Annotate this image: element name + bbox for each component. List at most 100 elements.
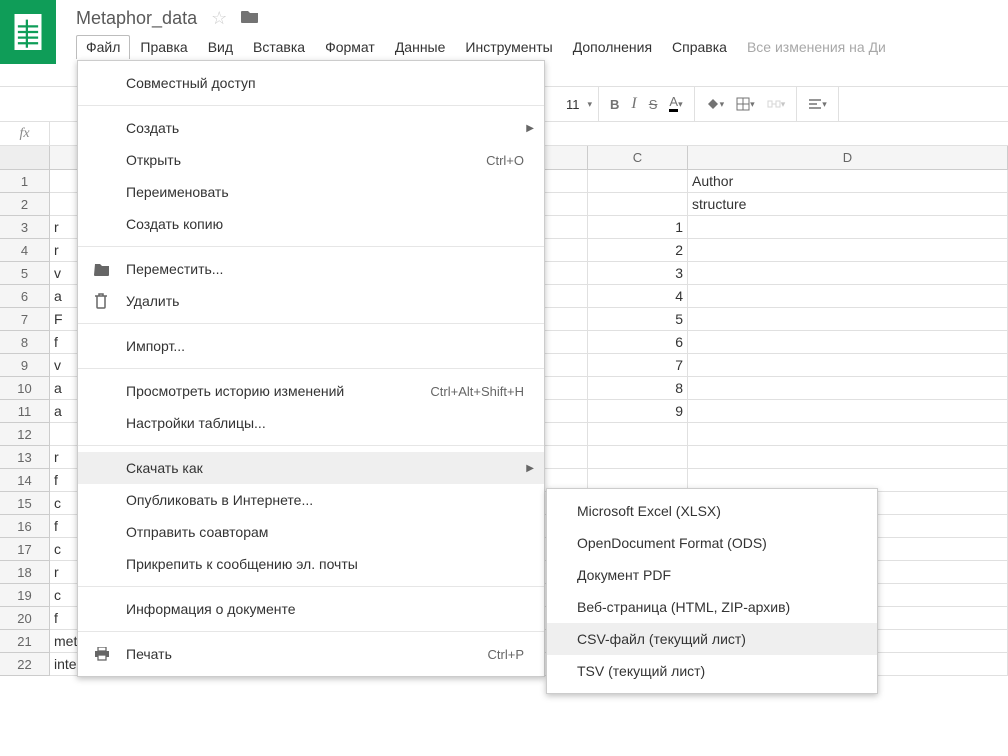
row-header[interactable]: 10 [0, 377, 50, 400]
row-header[interactable]: 11 [0, 400, 50, 423]
cell[interactable] [688, 239, 1008, 262]
file-menu-publish[interactable]: Опубликовать в Интернете... [78, 484, 544, 516]
row-header[interactable]: 17 [0, 538, 50, 561]
file-menu-share[interactable]: Совместный доступ [78, 67, 544, 99]
file-menu-email-coauthors[interactable]: Отправить соавторам [78, 516, 544, 548]
cell[interactable] [688, 331, 1008, 354]
file-menu-doc-info[interactable]: Информация о документе [78, 593, 544, 625]
cell[interactable] [588, 446, 688, 469]
file-menu-rename[interactable]: Переименовать [78, 176, 544, 208]
text-color-button[interactable]: A ▾ [664, 94, 687, 114]
row-header[interactable]: 14 [0, 469, 50, 492]
cell[interactable]: 1 [588, 216, 688, 239]
cell[interactable]: 5 [588, 308, 688, 331]
download-csv[interactable]: CSV-файл (текущий лист) [547, 623, 877, 655]
row-header[interactable]: 6 [0, 285, 50, 308]
file-menu-download-as[interactable]: Скачать как▶ [78, 452, 544, 484]
borders-button[interactable]: ▾ [731, 95, 760, 113]
menu-insert[interactable]: Вставка [243, 35, 315, 59]
row-header[interactable]: 13 [0, 446, 50, 469]
cell[interactable] [688, 354, 1008, 377]
trash-icon [94, 293, 112, 309]
download-as-submenu: Microsoft Excel (XLSX) OpenDocument Form… [546, 488, 878, 694]
file-menu-print[interactable]: ПечатьCtrl+P [78, 638, 544, 670]
cell[interactable] [688, 285, 1008, 308]
file-menu-create[interactable]: Создать▶ [78, 112, 544, 144]
menu-edit[interactable]: Правка [130, 35, 197, 59]
file-menu-dropdown: Совместный доступ Создать▶ ОткрытьCtrl+O… [77, 60, 545, 677]
strikethrough-button[interactable]: S [644, 95, 663, 114]
menu-addons[interactable]: Дополнения [563, 35, 662, 59]
cell[interactable]: 3 [588, 262, 688, 285]
folder-icon[interactable] [241, 9, 259, 28]
row-header[interactable]: 21 [0, 630, 50, 653]
font-size-dropdown-icon[interactable]: ▾ [588, 99, 593, 110]
cell[interactable]: 7 [588, 354, 688, 377]
doc-title[interactable]: Metaphor_data [76, 8, 197, 29]
file-menu-email-attach[interactable]: Прикрепить к сообщению эл. почты [78, 548, 544, 580]
menu-help[interactable]: Справка [662, 35, 737, 59]
row-header[interactable]: 18 [0, 561, 50, 584]
cell[interactable] [688, 216, 1008, 239]
row-header[interactable]: 20 [0, 607, 50, 630]
col-header-c[interactable]: C [588, 146, 688, 170]
menu-format[interactable]: Формат [315, 35, 385, 59]
file-menu-open[interactable]: ОткрытьCtrl+O [78, 144, 544, 176]
row-header[interactable]: 4 [0, 239, 50, 262]
cell[interactable] [588, 193, 688, 216]
cell[interactable] [688, 423, 1008, 446]
row-header[interactable]: 2 [0, 193, 50, 216]
cell[interactable]: 2 [588, 239, 688, 262]
row-header[interactable]: 16 [0, 515, 50, 538]
cell[interactable]: Author [688, 170, 1008, 193]
file-menu-delete[interactable]: Удалить [78, 285, 544, 317]
font-size-value[interactable]: 11 [566, 97, 586, 112]
row-header[interactable]: 15 [0, 492, 50, 515]
download-xlsx[interactable]: Microsoft Excel (XLSX) [547, 495, 877, 527]
menu-file[interactable]: Файл [76, 35, 130, 59]
file-menu-copy[interactable]: Создать копию [78, 208, 544, 240]
menubar: Файл Правка Вид Вставка Формат Данные Ин… [76, 35, 1008, 59]
star-icon[interactable]: ☆ [211, 8, 227, 29]
select-all-cell[interactable] [0, 146, 50, 170]
menu-data[interactable]: Данные [385, 35, 456, 59]
cell[interactable]: 8 [588, 377, 688, 400]
file-menu-settings[interactable]: Настройки таблицы... [78, 407, 544, 439]
cell[interactable]: 6 [588, 331, 688, 354]
row-header[interactable]: 7 [0, 308, 50, 331]
menu-view[interactable]: Вид [198, 35, 243, 59]
row-header[interactable]: 8 [0, 331, 50, 354]
cell[interactable] [688, 262, 1008, 285]
file-menu-move[interactable]: Переместить... [78, 253, 544, 285]
cell[interactable] [588, 170, 688, 193]
row-header[interactable]: 12 [0, 423, 50, 446]
bold-button[interactable]: B [605, 95, 624, 114]
file-menu-import[interactable]: Импорт... [78, 330, 544, 362]
row-header[interactable]: 9 [0, 354, 50, 377]
row-header[interactable]: 5 [0, 262, 50, 285]
row-header[interactable]: 22 [0, 653, 50, 676]
download-pdf[interactable]: Документ PDF [547, 559, 877, 591]
cell[interactable] [688, 377, 1008, 400]
cell[interactable] [588, 423, 688, 446]
row-header[interactable]: 19 [0, 584, 50, 607]
row-header[interactable]: 1 [0, 170, 50, 193]
download-html[interactable]: Веб-страница (HTML, ZIP-архив) [547, 591, 877, 623]
download-tsv[interactable]: TSV (текущий лист) [547, 655, 877, 687]
horizontal-align-button[interactable]: ▾ [803, 95, 832, 113]
cell[interactable] [688, 400, 1008, 423]
cell[interactable]: 4 [588, 285, 688, 308]
italic-button[interactable]: I [626, 93, 641, 115]
sheets-logo[interactable] [0, 0, 56, 64]
cell[interactable] [688, 308, 1008, 331]
cell[interactable] [688, 446, 1008, 469]
fill-color-button[interactable]: ▾ [701, 95, 730, 113]
row-header[interactable]: 3 [0, 216, 50, 239]
cell[interactable]: 9 [588, 400, 688, 423]
menu-tools[interactable]: Инструменты [455, 35, 562, 59]
file-menu-history[interactable]: Просмотреть историю измененийCtrl+Alt+Sh… [78, 375, 544, 407]
cell[interactable]: structure [688, 193, 1008, 216]
col-header-d[interactable]: D [688, 146, 1008, 170]
download-ods[interactable]: OpenDocument Format (ODS) [547, 527, 877, 559]
merge-cells-button[interactable]: ▾ [762, 95, 791, 113]
